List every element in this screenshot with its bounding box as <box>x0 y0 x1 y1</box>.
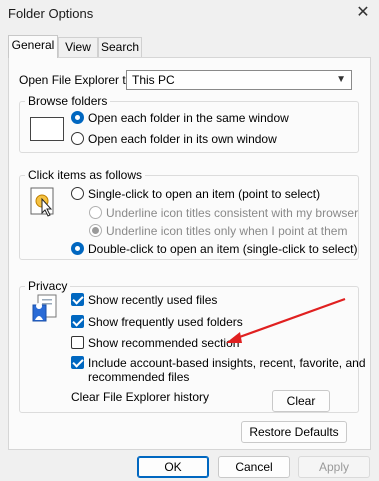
tab-general[interactable]: General <box>8 35 58 58</box>
open-explorer-value: This PC <box>132 73 175 87</box>
recommended-label: Show recommended section <box>88 336 240 350</box>
window-title: Folder Options <box>8 6 94 21</box>
underline-point-label: Underline icon titles only when I point … <box>106 224 348 238</box>
recent-files-label: Show recently used files <box>88 293 218 307</box>
single-click-radio[interactable] <box>71 187 84 200</box>
pointer-icon <box>30 187 54 217</box>
chevron-down-icon: ▼ <box>336 74 346 85</box>
open-explorer-label: Open File Explorer to: <box>19 73 136 87</box>
browse-folders-title: Browse folders <box>25 94 111 108</box>
recent-files-checkbox[interactable] <box>71 293 84 306</box>
restore-defaults-button[interactable]: Restore Defaults <box>241 421 347 443</box>
account-insights-checkbox[interactable] <box>71 356 84 369</box>
underline-point-radio[interactable] <box>89 224 102 237</box>
underline-browser-radio[interactable] <box>89 206 102 219</box>
open-explorer-combo[interactable]: This PC ▼ <box>126 70 352 90</box>
frequent-folders-checkbox[interactable] <box>71 315 84 328</box>
account-insights-label-2: recommended files <box>88 370 190 384</box>
same-window-label: Open each folder in the same window <box>88 111 289 125</box>
clear-button[interactable]: Clear <box>272 390 330 412</box>
cancel-button[interactable]: Cancel <box>218 456 290 478</box>
privacy-icon <box>32 294 57 322</box>
single-click-label: Single-click to open an item (point to s… <box>88 187 321 201</box>
apply-button[interactable]: Apply <box>298 456 370 478</box>
privacy-title: Privacy <box>25 279 71 293</box>
recommended-checkbox[interactable] <box>71 336 84 349</box>
annotation-arrow-icon <box>226 297 346 343</box>
window-icon <box>30 117 64 141</box>
close-icon[interactable]: ✕ <box>352 2 374 24</box>
double-click-radio[interactable] <box>71 242 84 255</box>
tab-search-label: Search <box>100 40 140 54</box>
own-window-radio[interactable] <box>71 132 84 145</box>
clear-history-label: Clear File Explorer history <box>71 390 210 404</box>
double-click-label: Double-click to open an item (single-cli… <box>88 242 358 256</box>
tab-view[interactable]: View <box>58 37 98 57</box>
underline-browser-label: Underline icon titles consistent with my… <box>106 206 359 220</box>
tab-general-label: General <box>11 38 55 52</box>
ok-button[interactable]: OK <box>137 456 209 478</box>
own-window-label: Open each folder in its own window <box>88 132 277 146</box>
tab-search[interactable]: Search <box>98 37 142 57</box>
click-items-title: Click items as follows <box>25 168 146 182</box>
same-window-radio[interactable] <box>71 111 84 124</box>
account-insights-label-1: Include account-based insights, recent, … <box>88 356 366 370</box>
tab-view-label: View <box>65 40 91 54</box>
